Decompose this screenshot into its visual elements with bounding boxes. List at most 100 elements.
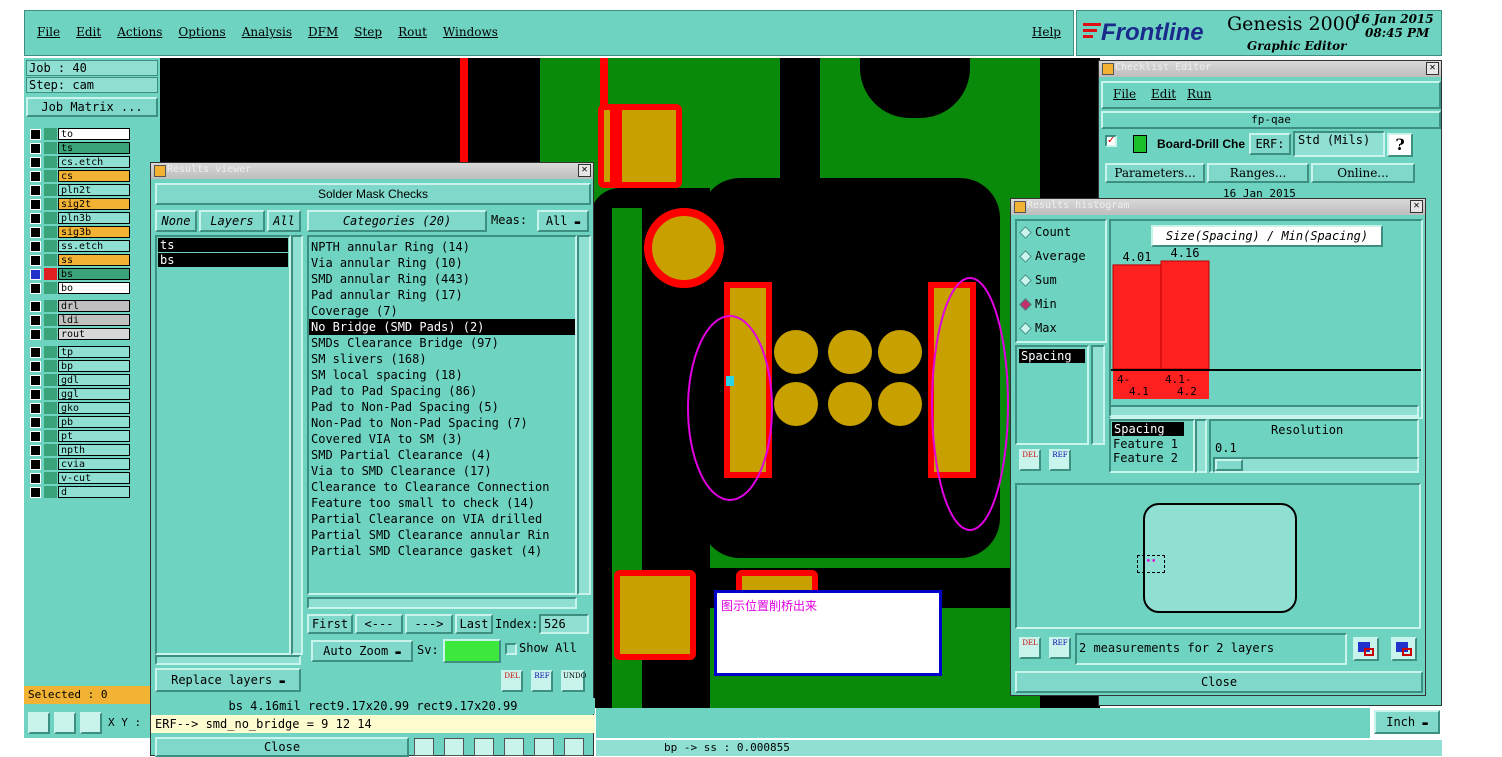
radio-icon[interactable]	[1019, 226, 1032, 239]
export-icon[interactable]	[1353, 637, 1379, 661]
layer-name[interactable]: tp	[58, 346, 130, 358]
layer-name[interactable]: rout	[58, 328, 130, 340]
measure-list[interactable]: Spacing	[1015, 345, 1089, 445]
help-menu[interactable]: Help	[1032, 25, 1061, 39]
layer-row[interactable]: v-cut	[28, 472, 132, 484]
layer-checkbox[interactable]	[30, 241, 41, 252]
layer-color-swatch[interactable]	[44, 486, 57, 498]
checklist-row-checkbox[interactable]: ✓	[1105, 135, 1117, 147]
next-button[interactable]: --->	[405, 614, 453, 634]
layer-color-swatch[interactable]	[44, 226, 57, 238]
radio-icon[interactable]	[1019, 250, 1032, 263]
layer-checkbox[interactable]	[30, 315, 41, 326]
none-button[interactable]: None	[155, 210, 197, 232]
layer-name[interactable]: sig2t	[58, 198, 130, 210]
category-item[interactable]: SM slivers (168)	[309, 351, 575, 367]
radio-icon[interactable]	[1019, 274, 1032, 287]
layer-row[interactable]: pt	[28, 430, 132, 442]
layer-row[interactable]: sig2t	[28, 198, 132, 210]
category-item[interactable]: Pad to Pad Spacing (86)	[309, 383, 575, 399]
category-list[interactable]: NPTH annular Ring (14) Via annular Ring (…	[307, 235, 577, 595]
histogram-option-average[interactable]: Average	[1017, 245, 1105, 269]
refresh-icon[interactable]: REF	[531, 670, 553, 692]
layer-color-swatch[interactable]	[44, 268, 57, 280]
attr-scrollbar[interactable]	[1195, 419, 1207, 473]
layer-name[interactable]: ss	[58, 254, 130, 266]
category-item[interactable]: Clearance to Clearance Connection	[309, 479, 575, 495]
layer-name[interactable]: cs	[58, 170, 130, 182]
layer-checkbox[interactable]	[30, 301, 41, 312]
category-item[interactable]: No Bridge (SMD Pads) (2)	[309, 319, 575, 335]
layer-name[interactable]: pb	[58, 416, 130, 428]
layer-name[interactable]: ggl	[58, 388, 130, 400]
layer-name[interactable]: to	[58, 128, 130, 140]
layer-name[interactable]: gko	[58, 402, 130, 414]
units-select[interactable]: Inch ▬	[1374, 710, 1440, 734]
category-item[interactable]: Covered VIA to SM (3)	[309, 431, 575, 447]
radio-icon[interactable]	[1019, 322, 1032, 335]
meas-select[interactable]: All ▬	[537, 210, 589, 232]
histogram-bar[interactable]	[1160, 260, 1210, 370]
layer-checkbox[interactable]	[30, 375, 41, 386]
layer-checkbox[interactable]	[30, 255, 41, 266]
menu-item-file[interactable]: File	[37, 25, 60, 39]
layer-checkbox[interactable]	[30, 283, 41, 294]
tool-icon[interactable]	[564, 738, 584, 756]
all-button[interactable]: All	[267, 210, 301, 232]
category-item[interactable]: Partial SMD Clearance annular Rin	[309, 527, 575, 543]
layer-color-swatch[interactable]	[44, 430, 57, 442]
histogram-bar[interactable]	[1112, 264, 1162, 370]
layer-name[interactable]: pln2t	[58, 184, 130, 196]
layer-name[interactable]: bo	[58, 282, 130, 294]
layer-color-swatch[interactable]	[44, 212, 57, 224]
command-line[interactable]	[596, 708, 1370, 738]
tool-icon[interactable]	[474, 738, 494, 756]
parameters-button[interactable]: Parameters...	[1105, 163, 1205, 183]
layer-checkbox[interactable]	[30, 417, 41, 428]
layer-checkbox[interactable]	[30, 157, 41, 168]
layer-checkbox[interactable]	[30, 473, 41, 484]
layer-row[interactable]: bp	[28, 360, 132, 372]
category-item[interactable]: NPTH annular Ring (14)	[309, 239, 575, 255]
layer-row[interactable]: pln3b	[28, 212, 132, 224]
category-scrollbar[interactable]	[577, 235, 591, 595]
measure-scrollbar[interactable]	[1091, 345, 1105, 445]
erf-button[interactable]: ERF:	[1249, 133, 1291, 155]
layer-color-swatch[interactable]	[44, 184, 57, 196]
layer-color-swatch[interactable]	[44, 328, 57, 340]
sv-color-select[interactable]	[443, 639, 501, 663]
layer-color-swatch[interactable]	[44, 170, 57, 182]
attr-item[interactable]: Feature 1	[1111, 437, 1193, 451]
delete-icon[interactable]: DEL	[501, 670, 523, 692]
layer-row[interactable]: pln2t	[28, 184, 132, 196]
layer-checkbox[interactable]	[30, 143, 41, 154]
delete-icon[interactable]: DEL	[1019, 637, 1041, 659]
layer-checkbox[interactable]	[30, 199, 41, 210]
checklist-menu-run[interactable]: Run	[1187, 87, 1212, 101]
layer-color-swatch[interactable]	[44, 142, 57, 154]
layer-checkbox[interactable]	[30, 459, 41, 470]
category-hscroll[interactable]	[307, 597, 577, 609]
attr-item[interactable]: Feature 2	[1111, 451, 1193, 465]
layer-color-swatch[interactable]	[44, 282, 57, 294]
radio-icon[interactable]	[1019, 298, 1032, 311]
layer-color-swatch[interactable]	[44, 388, 57, 400]
layer-checkbox[interactable]	[30, 269, 41, 280]
layer-row[interactable]: drl	[28, 300, 132, 312]
job-matrix-button[interactable]: Job Matrix ...	[26, 97, 158, 117]
layer-color-swatch[interactable]	[44, 300, 57, 312]
layer-checkbox[interactable]	[30, 361, 41, 372]
category-item[interactable]: Pad annular Ring (17)	[309, 287, 575, 303]
layer-row[interactable]: cvia	[28, 458, 132, 470]
category-item[interactable]: Via to SMD Clearance (17)	[309, 463, 575, 479]
menu-item-analysis[interactable]: Analysis	[242, 25, 292, 39]
category-item[interactable]: Partial SMD Clearance gasket (4)	[309, 543, 575, 559]
layer-checkbox[interactable]	[30, 431, 41, 442]
category-item[interactable]: Partial Clearance on VIA drilled	[309, 511, 575, 527]
close-icon[interactable]: ✕	[578, 164, 591, 177]
category-item[interactable]: Coverage (7)	[309, 303, 575, 319]
layer-checkbox[interactable]	[30, 227, 41, 238]
menu-item-windows[interactable]: Windows	[443, 25, 498, 39]
layer-checkbox[interactable]	[30, 403, 41, 414]
category-item[interactable]: SMD annular Ring (443)	[309, 271, 575, 287]
